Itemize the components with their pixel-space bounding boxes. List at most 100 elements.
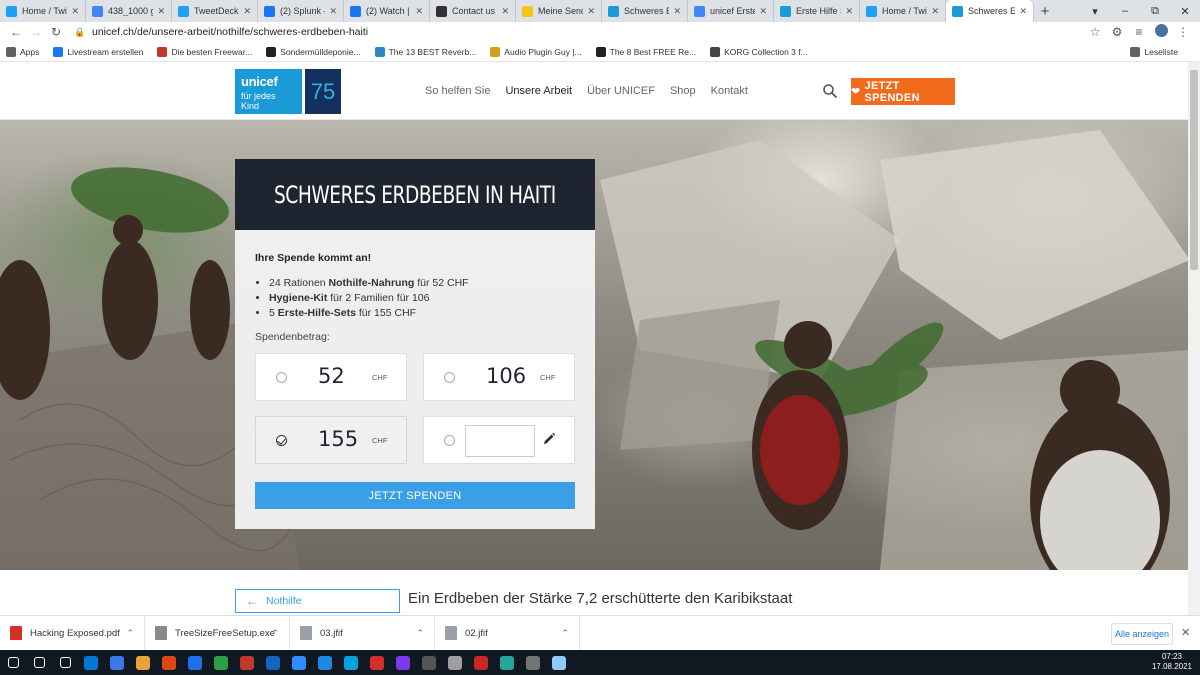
show-all-downloads-button[interactable]: Alle anzeigen <box>1111 623 1173 645</box>
taskbar-app-icon[interactable] <box>286 650 312 675</box>
tab-search-icon[interactable]: ▾ <box>1080 0 1110 22</box>
bookmark-item[interactable]: The 13 BEST Reverb... <box>374 46 476 57</box>
donate-submit-button[interactable]: JETZT SPENDEN <box>255 482 575 509</box>
taskbar-app-icon[interactable] <box>78 650 104 675</box>
browser-tab[interactable]: 438_1000 gif ✕ <box>86 0 172 22</box>
chevron-up-icon[interactable]: ⌃ <box>561 628 569 639</box>
amount-radio[interactable] <box>444 372 455 383</box>
nav-link[interactable]: Kontakt <box>711 85 748 97</box>
tab-close-icon[interactable]: ✕ <box>243 6 251 17</box>
close-download-bar-icon[interactable]: ✕ <box>1181 626 1190 639</box>
header-donate-button[interactable]: ❤ JETZT SPENDEN <box>851 78 955 105</box>
tab-close-icon[interactable]: ✕ <box>845 6 853 17</box>
back-to-nothilfe-button[interactable]: ← Nothilfe <box>235 589 400 613</box>
browser-tab[interactable]: Erste Hilfe Set ✕ <box>774 0 860 22</box>
chevron-up-icon[interactable]: ⌃ <box>416 628 424 639</box>
taskbar-app-icon[interactable] <box>442 650 468 675</box>
tab-close-icon[interactable]: ✕ <box>759 6 767 17</box>
nav-link[interactable]: Shop <box>670 85 696 97</box>
browser-tab[interactable]: (2) Watch | Fa ✕ <box>344 0 430 22</box>
bookmark-item[interactable]: Livestream erstellen <box>53 46 143 57</box>
taskbar-app-icon[interactable] <box>130 650 156 675</box>
taskbar-app-icon[interactable] <box>312 650 338 675</box>
menu-kebab-icon[interactable]: ⋮ <box>1172 25 1194 39</box>
taskbar-app-icon[interactable] <box>234 650 260 675</box>
browser-tab[interactable]: Schweres Erd ✕ <box>602 0 688 22</box>
search-icon[interactable] <box>822 83 838 99</box>
tab-close-icon[interactable]: ✕ <box>1019 6 1027 17</box>
tab-close-icon[interactable]: ✕ <box>587 6 595 17</box>
amount-radio[interactable] <box>444 435 455 446</box>
restore-icon[interactable]: ⧉ <box>1140 0 1170 22</box>
bookmark-item[interactable]: Sondermülldeponie... <box>266 46 361 57</box>
bookmark-item[interactable]: Apps <box>6 46 39 57</box>
browser-tab[interactable]: Contact us - \ ✕ <box>430 0 516 22</box>
taskbar-app-icon[interactable] <box>52 650 78 675</box>
amount-option-custom[interactable] <box>423 416 575 464</box>
start-button[interactable] <box>0 650 26 675</box>
browser-tab[interactable]: TweetDeck ✕ <box>172 0 258 22</box>
custom-amount-input[interactable] <box>465 425 535 457</box>
amount-option-52[interactable]: 52 CHF <box>255 353 407 401</box>
new-tab-button[interactable]: + <box>1034 0 1056 22</box>
page-scrollbar[interactable] <box>1188 62 1200 615</box>
taskbar-app-icon[interactable] <box>338 650 364 675</box>
back-arrow-icon[interactable]: ← <box>6 25 26 39</box>
taskbar-app-icon[interactable] <box>468 650 494 675</box>
taskbar-app-icon[interactable] <box>182 650 208 675</box>
taskbar-app-icon[interactable] <box>390 650 416 675</box>
url-field[interactable]: unicef.ch/de/unsere-arbeit/nothilfe/schw… <box>92 26 1084 38</box>
download-item[interactable]: 03.jfif ⌃ <box>290 615 435 651</box>
amount-option-155[interactable]: 155 CHF <box>255 416 407 464</box>
taskbar-app-icon[interactable] <box>494 650 520 675</box>
browser-tab[interactable]: unicef Erste-I ✕ <box>688 0 774 22</box>
taskbar-app-icon[interactable] <box>156 650 182 675</box>
tab-close-icon[interactable]: ✕ <box>501 6 509 17</box>
forward-arrow-icon[interactable]: → <box>26 25 46 39</box>
scrollbar-thumb[interactable] <box>1190 70 1198 270</box>
tab-close-icon[interactable]: ✕ <box>329 6 337 17</box>
download-item[interactable]: TreeSizeFreeSetup.exe ⌃ <box>145 615 290 651</box>
browser-tab[interactable]: (2) Splunk – E ✕ <box>258 0 344 22</box>
taskbar-app-icon[interactable] <box>520 650 546 675</box>
minimize-icon[interactable]: – <box>1110 0 1140 22</box>
close-window-icon[interactable]: ✕ <box>1170 0 1200 22</box>
taskbar-app-icon[interactable] <box>416 650 442 675</box>
reading-mode-icon[interactable]: ≡ <box>1128 25 1150 39</box>
tab-close-icon[interactable]: ✕ <box>71 6 79 17</box>
extensions-icon[interactable]: ⚙ <box>1106 25 1128 39</box>
nav-link[interactable]: So helfen Sie <box>425 85 490 97</box>
search-icon[interactable] <box>26 650 52 675</box>
browser-tab[interactable]: Meine Sendu ✕ <box>516 0 602 22</box>
nav-link[interactable]: Über UNICEF <box>587 85 655 97</box>
unicef-logo[interactable]: unicef für jedes Kind <box>235 69 302 114</box>
browser-tab[interactable]: Home / Twitt ✕ <box>860 0 946 22</box>
amount-radio-checked[interactable] <box>276 435 287 446</box>
tab-close-icon[interactable]: ✕ <box>157 6 165 17</box>
tab-close-icon[interactable]: ✕ <box>415 6 423 17</box>
nav-link[interactable]: Unsere Arbeit <box>505 85 572 97</box>
amount-radio[interactable] <box>276 372 287 383</box>
profile-avatar[interactable] <box>1150 24 1172 40</box>
taskbar-app-icon[interactable] <box>208 650 234 675</box>
bookmark-item[interactable]: The 8 Best FREE Re... <box>595 46 696 57</box>
tab-close-icon[interactable]: ✕ <box>673 6 681 17</box>
amount-option-106[interactable]: 106 CHF <box>423 353 575 401</box>
reload-icon[interactable]: ↻ <box>46 25 66 39</box>
taskbar-app-icon[interactable] <box>104 650 130 675</box>
bookmark-item[interactable]: Die besten Freewar... <box>157 46 252 57</box>
chevron-up-icon[interactable]: ⌃ <box>126 628 134 639</box>
taskbar-app-icon[interactable] <box>260 650 286 675</box>
reading-list[interactable]: Leseliste <box>1130 42 1192 62</box>
download-item[interactable]: Hacking Exposed.pdf ⌃ <box>0 615 145 651</box>
taskbar-app-icon[interactable] <box>364 650 390 675</box>
download-item[interactable]: 02.jfif ⌃ <box>435 615 580 651</box>
bookmark-item[interactable]: Audio Plugin Guy |... <box>490 46 582 57</box>
bookmark-star-icon[interactable]: ☆ <box>1084 25 1106 39</box>
lock-icon[interactable]: 🔒 <box>72 27 88 38</box>
chevron-up-icon[interactable]: ⌃ <box>271 628 279 639</box>
taskbar-app-icon[interactable] <box>546 650 572 675</box>
bookmark-item[interactable]: KORG Collection 3 f... <box>710 46 808 57</box>
system-clock[interactable]: 07:23 17.08.2021 <box>1152 652 1192 672</box>
browser-tab[interactable]: Home / Twitt ✕ <box>0 0 86 22</box>
